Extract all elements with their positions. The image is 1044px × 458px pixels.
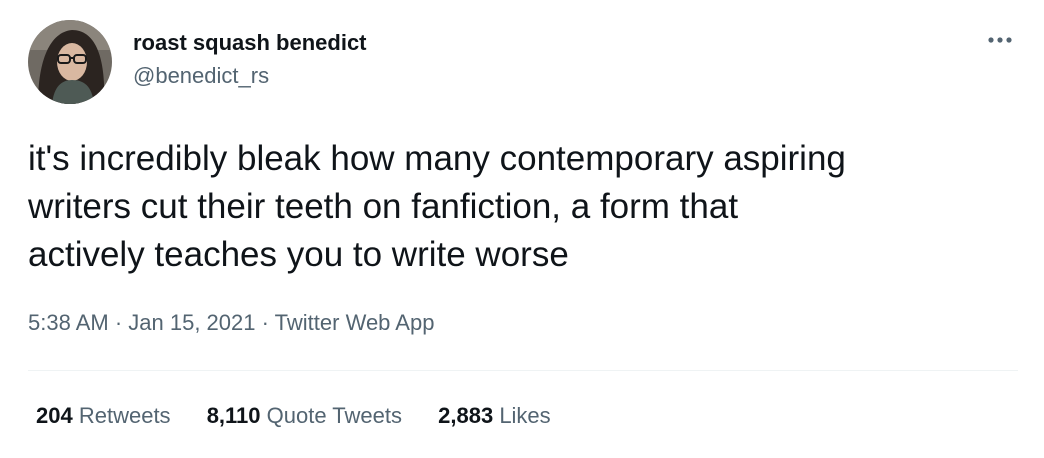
tweet-meta: 5:38 AM · Jan 15, 2021 · Twitter Web App: [28, 310, 434, 336]
divider: [28, 370, 1018, 371]
tweet-card: roast squash benedict @benedict_rs it's …: [0, 0, 1044, 458]
tweet-text-line: actively teaches you to write worse: [28, 235, 569, 274]
avatar[interactable]: [28, 20, 112, 104]
likes-label: Likes: [499, 403, 551, 428]
tweet-date-link[interactable]: Jan 15, 2021: [128, 310, 255, 335]
quote-tweets-count: 8,110: [206, 403, 261, 428]
tweet-stats: 204 Retweets 8,110 Quote Tweets 2,883 Li…: [36, 403, 581, 429]
more-options-icon: [988, 37, 1012, 43]
avatar-image: [28, 20, 112, 104]
tweet-text-line: writers cut their teeth on fanfiction, a…: [28, 187, 739, 226]
author-handle[interactable]: @benedict_rs: [133, 63, 269, 89]
meta-separator: ·: [255, 310, 275, 335]
likes-stat[interactable]: 2,883 Likes: [438, 403, 551, 429]
quote-tweets-label: Quote Tweets: [266, 403, 402, 428]
author-display-name[interactable]: roast squash benedict: [133, 30, 367, 56]
tweet-text: it's incredibly bleak how many contempor…: [28, 135, 1018, 279]
more-options-button[interactable]: [978, 26, 1022, 54]
retweets-count: 204: [36, 403, 73, 428]
retweets-stat[interactable]: 204 Retweets: [36, 403, 171, 429]
tweet-source-link[interactable]: Twitter Web App: [275, 310, 435, 335]
meta-separator: ·: [108, 310, 129, 335]
likes-count: 2,883: [438, 403, 494, 428]
retweets-label: Retweets: [78, 403, 171, 428]
tweet-time-link[interactable]: 5:38 AM: [28, 310, 109, 335]
tweet-text-line: it's incredibly bleak how many contempor…: [28, 139, 846, 178]
quote-tweets-stat[interactable]: 8,110 Quote Tweets: [207, 403, 402, 429]
